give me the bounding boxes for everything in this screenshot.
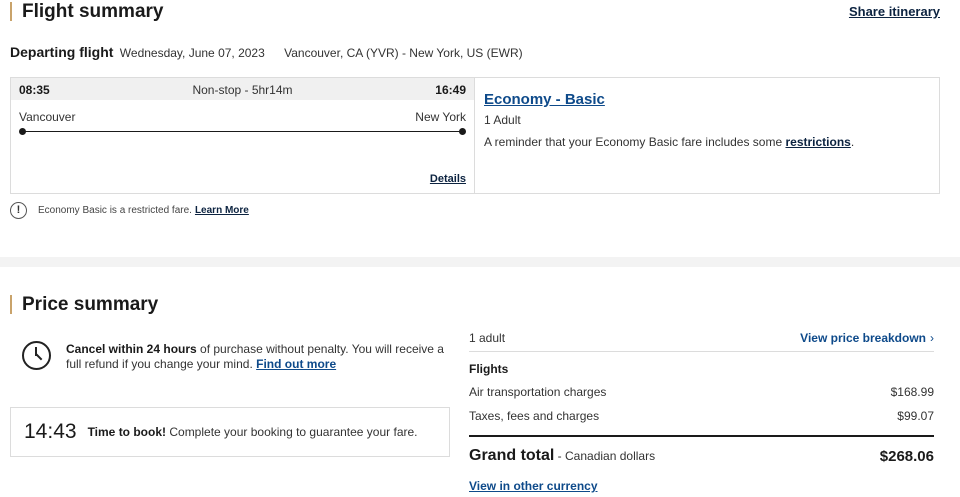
- learn-more-link[interactable]: Learn More: [195, 205, 249, 216]
- countdown-timer: 14:43: [24, 420, 77, 443]
- flights-heading: Flights: [469, 362, 509, 376]
- flight-duration: Non-stop - 5hr14m: [192, 83, 293, 97]
- timer-text: Complete your booking to guarantee your …: [166, 425, 418, 439]
- timer-message: Time to book! Complete your booking to g…: [88, 425, 418, 439]
- charge-row: Taxes, fees and charges $99.07: [469, 409, 934, 423]
- origin-city: Vancouver: [19, 110, 76, 124]
- charge-label: Air transportation charges: [469, 385, 607, 399]
- departure-date: Wednesday, June 07, 2023: [119, 46, 265, 60]
- restricted-fare-text: Economy Basic is a restricted fare.: [38, 205, 192, 216]
- grand-total-label: Grand total - Canadian dollars: [469, 447, 655, 465]
- exclamation-icon: !: [10, 202, 27, 219]
- departing-flight-row: Departing flight Wednesday, June 07, 202…: [10, 44, 523, 60]
- destination-city: New York: [415, 110, 466, 124]
- other-currency-link[interactable]: View in other currency: [469, 479, 598, 493]
- cancellation-bold: Cancel within 24 hours: [66, 342, 197, 356]
- timer-bold: Time to book!: [87, 425, 167, 439]
- cancellation-text: Cancel within 24 hours of purchase witho…: [66, 342, 456, 372]
- flight-timeline: 08:35 Non-stop - 5hr14m 16:49 Vancouver …: [11, 78, 475, 193]
- grand-total-text: Grand total: [469, 447, 555, 464]
- fare-reminder: A reminder that your Economy Basic fare …: [484, 135, 854, 149]
- share-itinerary-link[interactable]: Share itinerary: [849, 4, 940, 19]
- origin-dot: [19, 128, 26, 135]
- chevron-right-icon: ›: [930, 331, 934, 345]
- flight-time-bar: 08:35 Non-stop - 5hr14m 16:49: [11, 78, 474, 100]
- flight-summary-title: Flight summary: [10, 2, 163, 21]
- grand-total-value: $268.06: [879, 448, 934, 465]
- arrival-time: 16:49: [435, 83, 466, 97]
- fare-name-link[interactable]: Economy - Basic: [484, 91, 605, 108]
- price-breakdown-label: View price breakdown: [800, 331, 926, 345]
- price-summary-title: Price summary: [10, 295, 158, 314]
- find-out-more-link[interactable]: Find out more: [256, 357, 336, 371]
- adult-row: 1 adult View price breakdown ›: [469, 322, 934, 352]
- flight-card: 08:35 Non-stop - 5hr14m 16:49 Vancouver …: [10, 77, 940, 194]
- section-divider: [0, 257, 960, 267]
- booking-timer-box: 14:43 Time to book! Complete your bookin…: [10, 407, 450, 457]
- clock-icon: [22, 341, 51, 370]
- passenger-count: 1 Adult: [484, 113, 521, 127]
- restrictions-link[interactable]: restrictions: [785, 135, 850, 149]
- price-panel: 1 adult View price breakdown › Flights Ai…: [469, 322, 934, 493]
- total-divider: [469, 435, 934, 437]
- charge-value: $99.07: [897, 409, 934, 423]
- adult-count: 1 adult: [469, 331, 506, 345]
- route-line: [22, 131, 463, 132]
- price-breakdown-link[interactable]: View price breakdown ›: [800, 331, 934, 345]
- grand-total-currency: - Canadian dollars: [554, 449, 656, 463]
- charge-row: Air transportation charges $168.99: [469, 385, 934, 399]
- details-link[interactable]: Details: [430, 173, 466, 185]
- fare-reminder-suffix: .: [850, 135, 855, 149]
- destination-dot: [459, 128, 466, 135]
- departing-flight-label: Departing flight: [10, 44, 114, 60]
- fare-reminder-text: A reminder that your Economy Basic fare …: [484, 135, 786, 149]
- charge-label: Taxes, fees and charges: [469, 409, 600, 423]
- restricted-fare-notice: ! Economy Basic is a restricted fare. Le…: [10, 202, 249, 219]
- charge-value: $168.99: [890, 385, 934, 399]
- flight-route: Vancouver, CA (YVR) - New York, US (EWR): [284, 46, 523, 60]
